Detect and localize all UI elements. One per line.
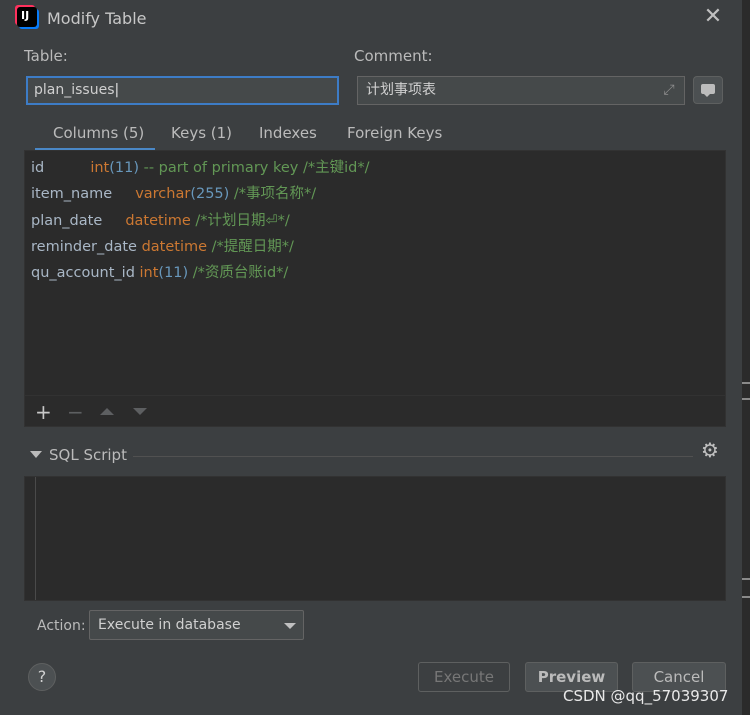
sql-divider xyxy=(133,456,693,457)
columns-editor[interactable]: id int(11) -- part of primary key /*主键id… xyxy=(24,150,726,427)
tab-keys[interactable]: Keys (1) xyxy=(171,124,232,142)
table-name-value: plan_issues xyxy=(34,82,115,98)
column-type: int xyxy=(90,160,110,176)
sql-script-editor[interactable] xyxy=(24,476,726,601)
watermark: CSDN @qq_57039307 xyxy=(563,687,729,705)
gear-icon[interactable]: ⚙ xyxy=(701,440,719,460)
background-editor-edge xyxy=(742,0,750,715)
column-name: plan_date xyxy=(31,213,103,229)
sql-gutter xyxy=(35,477,36,600)
close-icon[interactable]: ✕ xyxy=(700,4,726,30)
tab-foreign-keys[interactable]: Foreign Keys xyxy=(347,124,442,142)
column-comment: /*事项名称*/ xyxy=(229,186,317,202)
tab-columns[interactable]: Columns (5) xyxy=(53,124,144,142)
dialog-title: Modify Table xyxy=(47,9,147,28)
column-name: qu_account_id xyxy=(31,265,135,281)
title-bar: IJ Modify Table ✕ xyxy=(0,0,742,36)
add-column-button[interactable]: + xyxy=(35,402,52,422)
column-row[interactable]: plan_date datetime /*计划日期⏎*/ xyxy=(31,209,290,230)
text-cursor: | xyxy=(114,82,120,98)
execute-button[interactable]: Execute xyxy=(418,662,510,692)
move-up-icon[interactable] xyxy=(100,408,114,415)
help-button[interactable]: ? xyxy=(28,663,56,691)
column-name: item_name xyxy=(31,186,113,202)
column-row[interactable]: item_name varchar(255) /*事项名称*/ xyxy=(31,182,316,203)
column-type: datetime xyxy=(125,213,191,229)
column-size: (255) xyxy=(190,186,230,202)
action-select[interactable]: Execute in database xyxy=(89,610,304,640)
comment-value: 计划事项表 xyxy=(366,82,436,98)
column-name: reminder_date xyxy=(31,239,137,255)
column-row[interactable]: id int(11) -- part of primary key /*主键id… xyxy=(31,156,369,177)
column-type: varchar xyxy=(135,186,191,202)
column-type: int xyxy=(139,265,159,281)
table-name-input[interactable]: plan_issues| xyxy=(26,76,339,105)
chevron-down-icon xyxy=(284,623,296,629)
column-extra: -- part of primary key xyxy=(139,160,299,176)
expand-icon[interactable]: ⤢ xyxy=(660,82,678,100)
remove-column-button[interactable]: − xyxy=(67,402,84,422)
columns-toolbar: + − xyxy=(25,395,725,428)
action-select-value: Execute in database xyxy=(98,617,241,633)
column-size: (11) xyxy=(158,265,189,281)
comment-label: Comment: xyxy=(354,47,433,65)
column-type: datetime xyxy=(141,239,208,255)
column-row[interactable]: qu_account_id int(11) /*资质台账id*/ xyxy=(31,261,288,282)
column-comment: /*资质台账id*/ xyxy=(188,265,289,281)
comment-button[interactable] xyxy=(693,76,723,104)
column-comment: /*主键id*/ xyxy=(298,160,370,176)
column-comment: /*计划日期⏎*/ xyxy=(190,213,290,229)
column-name: id xyxy=(31,160,45,176)
chevron-down-icon[interactable] xyxy=(30,451,42,458)
action-label: Action: xyxy=(37,618,86,634)
modify-table-dialog: IJ Modify Table ✕ Table: plan_issues| Co… xyxy=(0,0,742,715)
column-comment: /*提醒日期*/ xyxy=(207,239,294,255)
comment-input[interactable]: 计划事项表 xyxy=(357,76,685,105)
intellij-logo-icon: IJ xyxy=(17,7,37,27)
column-row[interactable]: reminder_date datetime /*提醒日期*/ xyxy=(31,235,294,256)
move-down-icon[interactable] xyxy=(133,408,147,415)
tab-indexes[interactable]: Indexes xyxy=(259,124,317,142)
table-label: Table: xyxy=(24,47,68,65)
column-size: (11) xyxy=(109,160,139,176)
sql-script-title[interactable]: SQL Script xyxy=(49,446,127,464)
